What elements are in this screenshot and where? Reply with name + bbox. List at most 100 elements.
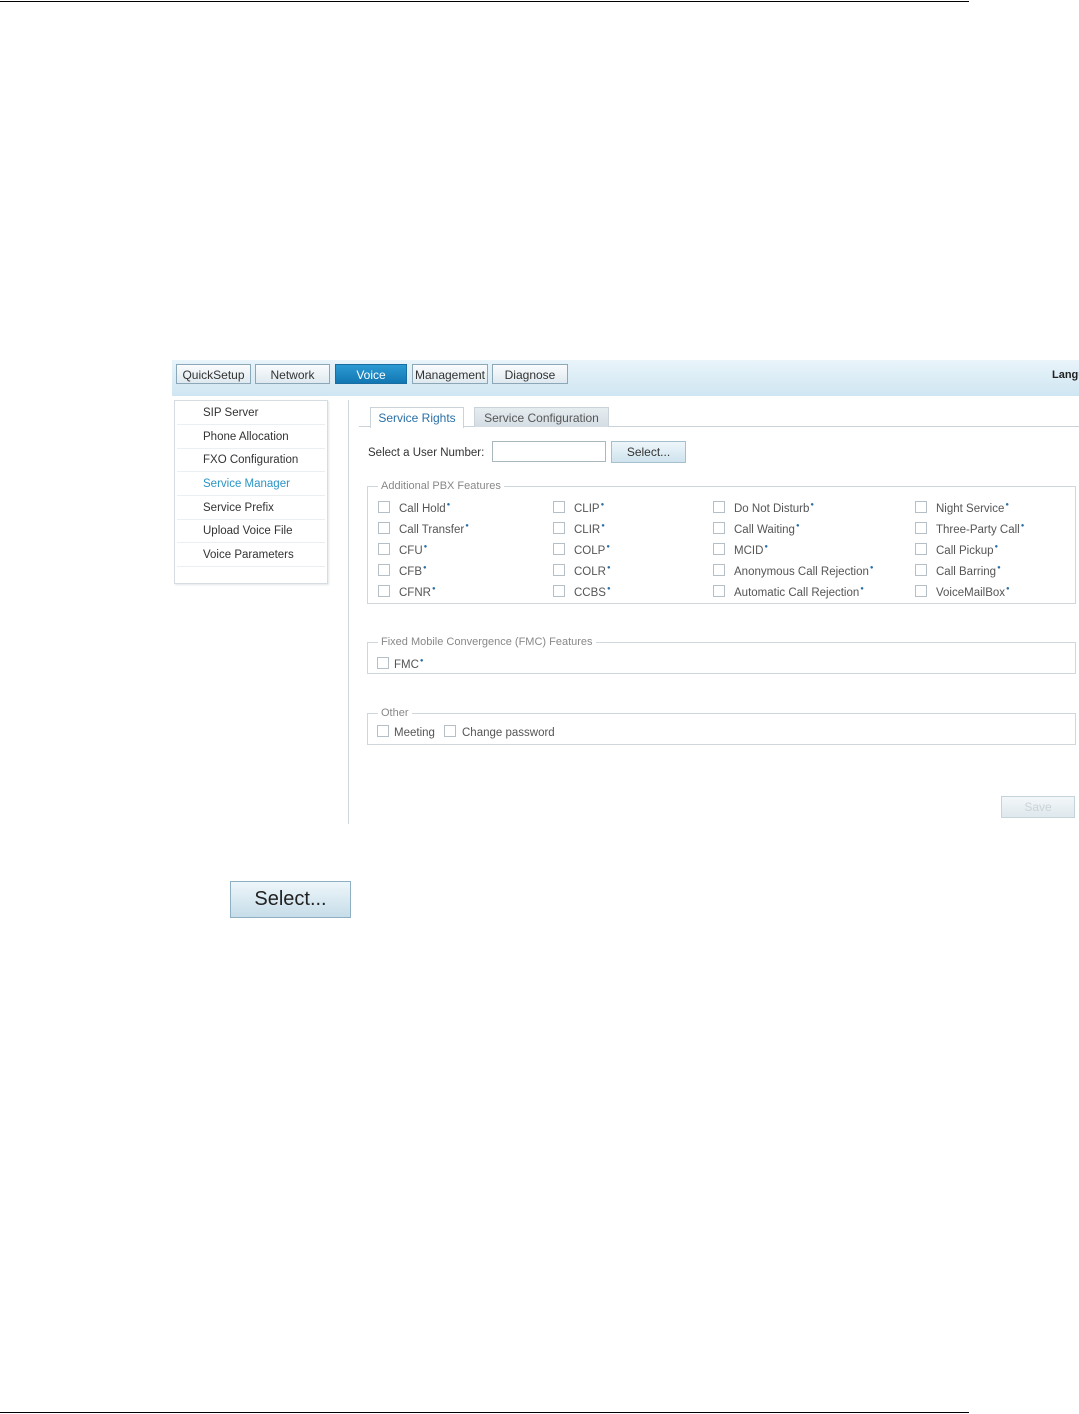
help-icon[interactable]: ●	[870, 565, 874, 571]
feature-label: Call Barring	[936, 566, 997, 578]
checkbox[interactable]	[915, 564, 927, 576]
feature-label: Call Hold	[399, 503, 446, 515]
help-icon[interactable]: ●	[1021, 523, 1025, 529]
feature-colp[interactable]: COLP●	[553, 540, 610, 557]
help-icon[interactable]: ●	[860, 586, 864, 592]
tab-service-rights[interactable]: Service Rights	[370, 407, 464, 428]
fmc-features-legend: Fixed Mobile Convergence (FMC) Features	[381, 636, 593, 648]
sidebar-item-voice-parameters[interactable]: Voice Parameters	[177, 544, 325, 567]
checkbox[interactable]	[378, 501, 390, 513]
checkbox[interactable]	[378, 585, 390, 597]
feature-label: Automatic Call Rejection	[734, 587, 860, 599]
feature-anonymous-call-rejection[interactable]: Anonymous Call Rejection●	[713, 561, 874, 578]
feature-call-transfer[interactable]: Call Transfer●	[378, 519, 469, 536]
sidebar-item-upload-voice-file[interactable]: Upload Voice File	[177, 520, 325, 543]
feature-clip[interactable]: CLIP●	[553, 498, 605, 515]
checkbox[interactable]	[915, 501, 927, 513]
checkbox[interactable]	[378, 564, 390, 576]
sidebar-item-service-prefix[interactable]: Service Prefix	[177, 497, 325, 520]
help-icon[interactable]: ●	[607, 565, 611, 571]
device-web-ui-screenshot: QuickSetup Network Voice Management Diag…	[172, 360, 1079, 824]
feature-meeting[interactable]: Meeting	[377, 725, 435, 739]
sidebar-item-service-manager[interactable]: Service Manager	[177, 473, 325, 496]
help-icon[interactable]: ●	[424, 544, 428, 550]
checkbox[interactable]	[444, 725, 456, 737]
help-icon[interactable]: ●	[465, 523, 469, 529]
nav-voice[interactable]: Voice	[335, 364, 407, 384]
select-user-button[interactable]: Select...	[611, 441, 686, 463]
nav-network[interactable]: Network	[255, 364, 330, 384]
checkbox[interactable]	[915, 543, 927, 555]
feature-night-service[interactable]: Night Service●	[915, 498, 1009, 515]
feature-voicemailbox[interactable]: VoiceMailBox●	[915, 582, 1010, 599]
checkbox[interactable]	[377, 657, 389, 669]
help-icon[interactable]: ●	[432, 586, 436, 592]
feature-call-barring[interactable]: Call Barring●	[915, 561, 1001, 578]
select-button-illustration[interactable]: Select...	[230, 881, 351, 918]
help-icon[interactable]: ●	[606, 544, 610, 550]
other-legend: Other	[381, 707, 409, 719]
sidebar-item-fxo-configuration[interactable]: FXO Configuration	[177, 449, 325, 472]
nav-quicksetup[interactable]: QuickSetup	[176, 364, 251, 384]
feature-change-password[interactable]: Change password	[444, 725, 555, 739]
save-button[interactable]: Save	[1001, 796, 1075, 818]
checkbox[interactable]	[553, 543, 565, 555]
feature-ccbs[interactable]: CCBS●	[553, 582, 611, 599]
feature-label: COLR	[574, 566, 606, 578]
help-icon[interactable]: ●	[1006, 586, 1010, 592]
nav-diagnose[interactable]: Diagnose	[492, 364, 568, 384]
feature-three-party-call[interactable]: Three-Party Call●	[915, 519, 1025, 536]
sidebar-item-phone-allocation[interactable]: Phone Allocation	[177, 426, 325, 449]
fmc-features-group: Fixed Mobile Convergence (FMC) Features	[367, 636, 1076, 674]
feature-mcid[interactable]: MCID●	[713, 540, 768, 557]
feature-colr[interactable]: COLR●	[553, 561, 611, 578]
feature-label: CLIR	[574, 524, 601, 536]
help-icon[interactable]: ●	[995, 544, 999, 550]
help-icon[interactable]: ●	[796, 523, 800, 529]
checkbox[interactable]	[915, 585, 927, 597]
checkbox[interactable]	[553, 522, 565, 534]
feature-label: CCBS	[574, 587, 606, 599]
help-icon[interactable]: ●	[601, 502, 605, 508]
feature-label: Do Not Disturb	[734, 503, 810, 515]
help-icon[interactable]: ●	[997, 565, 1001, 571]
help-icon[interactable]: ●	[601, 523, 605, 529]
feature-cfnr[interactable]: CFNR●	[378, 582, 436, 599]
help-icon[interactable]: ●	[420, 658, 424, 664]
help-icon[interactable]: ●	[423, 565, 427, 571]
checkbox[interactable]	[378, 543, 390, 555]
checkbox[interactable]	[713, 585, 725, 597]
feature-call-pickup[interactable]: Call Pickup●	[915, 540, 999, 557]
checkbox[interactable]	[713, 501, 725, 513]
feature-call-hold[interactable]: Call Hold●	[378, 498, 451, 515]
feature-automatic-call-rejection[interactable]: Automatic Call Rejection●	[713, 582, 864, 599]
feature-fmc[interactable]: FMC●	[377, 654, 424, 671]
nav-management[interactable]: Management	[412, 364, 488, 384]
sidebar-item-sip-server[interactable]: SIP Server	[177, 402, 325, 425]
checkbox[interactable]	[553, 501, 565, 513]
help-icon[interactable]: ●	[447, 502, 451, 508]
checkbox[interactable]	[713, 543, 725, 555]
help-icon[interactable]: ●	[810, 502, 814, 508]
help-icon[interactable]: ●	[764, 544, 768, 550]
help-icon[interactable]: ●	[1005, 502, 1009, 508]
checkbox[interactable]	[378, 522, 390, 534]
user-number-input[interactable]	[492, 441, 606, 462]
checkbox[interactable]	[553, 564, 565, 576]
feature-clir[interactable]: CLIR●	[553, 519, 605, 536]
checkbox[interactable]	[915, 522, 927, 534]
language-label[interactable]: Langu	[1052, 369, 1079, 381]
feature-cfb[interactable]: CFB●	[378, 561, 427, 578]
checkbox[interactable]	[377, 725, 389, 737]
feature-call-waiting[interactable]: Call Waiting●	[713, 519, 800, 536]
tab-service-configuration[interactable]: Service Configuration	[474, 407, 609, 427]
feature-label: Anonymous Call Rejection	[734, 566, 869, 578]
checkbox[interactable]	[713, 564, 725, 576]
checkbox[interactable]	[553, 585, 565, 597]
feature-cfu[interactable]: CFU●	[378, 540, 428, 557]
feature-do-not-disturb[interactable]: Do Not Disturb●	[713, 498, 814, 515]
feature-label: FMC	[394, 659, 419, 671]
sidebar-menu: SIP Server Phone Allocation FXO Configur…	[174, 400, 328, 584]
help-icon[interactable]: ●	[607, 586, 611, 592]
checkbox[interactable]	[713, 522, 725, 534]
